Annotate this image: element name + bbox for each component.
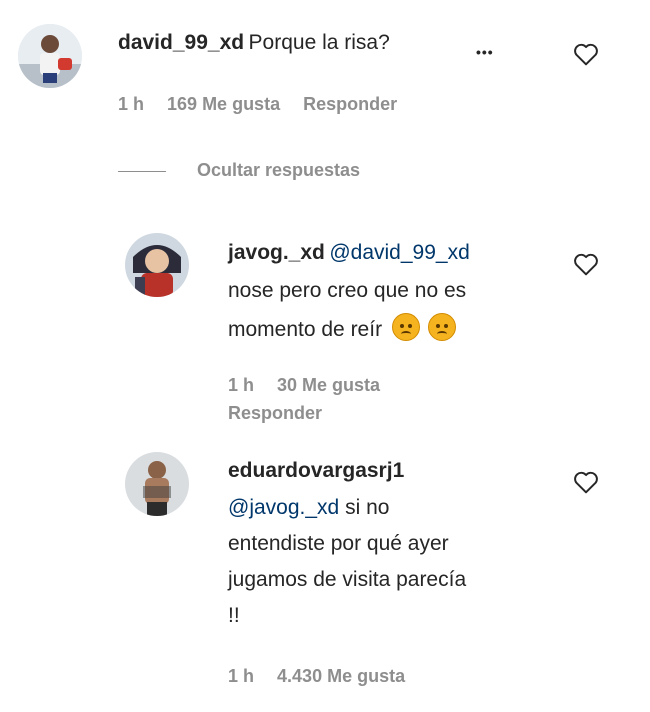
avatar-javog[interactable] xyxy=(125,233,189,297)
comment-time: 1 h xyxy=(118,94,145,114)
comment-likes[interactable]: 169 Me gusta xyxy=(167,94,280,114)
reply-likes[interactable]: 4.430 Me gusta xyxy=(277,666,405,686)
comment-username[interactable]: david_99_xd xyxy=(118,31,244,54)
like-heart-icon[interactable] xyxy=(573,42,599,66)
reply-text-line: momento de reír xyxy=(228,318,383,341)
reply-username[interactable]: javog._xd xyxy=(228,241,325,264)
reply-username[interactable]: eduardovargasrj1 xyxy=(228,459,404,483)
reply-text-line: entendiste por qué ayer xyxy=(228,532,449,555)
reply-mention[interactable]: @david_99_xd xyxy=(329,241,469,264)
comment-text: Porque la risa? xyxy=(248,31,390,54)
avatar-image xyxy=(125,233,189,297)
pensive-face-icon xyxy=(427,313,456,341)
reply-time: 1 h xyxy=(228,666,255,686)
like-heart-icon[interactable] xyxy=(573,470,599,494)
avatar-eduardovargas[interactable] xyxy=(125,452,189,516)
reply-button[interactable]: Responder xyxy=(228,403,322,424)
replies-divider xyxy=(118,171,166,172)
comment-reply-button[interactable]: Responder xyxy=(303,94,397,114)
reply-time: 1 h xyxy=(228,375,255,395)
reply-text-line: jugamos de visita parecía xyxy=(228,568,467,591)
more-dots-icon[interactable]: ••• xyxy=(476,44,494,60)
reply-likes[interactable]: 30 Me gusta xyxy=(277,375,380,395)
avatar-david[interactable] xyxy=(18,24,82,88)
avatar-image xyxy=(18,24,82,88)
hide-replies-button[interactable]: Ocultar respuestas xyxy=(197,160,360,181)
reply-text-line: si no xyxy=(345,496,390,519)
reply-text-line: !! xyxy=(228,604,240,627)
avatar-image xyxy=(125,452,189,516)
pensive-face-icon xyxy=(391,313,420,341)
reply-mention[interactable]: @javog._xd xyxy=(228,496,339,519)
reply-text-line: nose pero creo que no es xyxy=(228,279,467,302)
like-heart-icon[interactable] xyxy=(573,252,599,276)
